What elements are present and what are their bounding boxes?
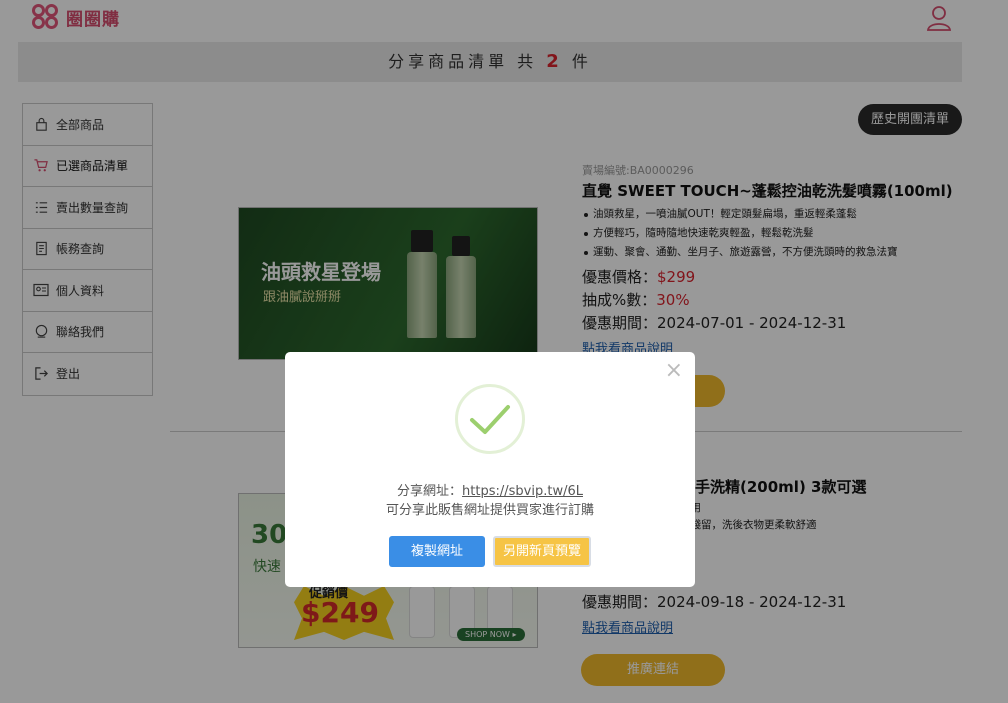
share-url[interactable]: https://sbvip.tw/6L [462, 484, 583, 499]
share-hint: 可分享此販售網址提供買家進行訂購 [385, 503, 594, 518]
close-icon[interactable]: × [665, 360, 683, 382]
copy-url-button[interactable]: 複製網址 [389, 536, 485, 567]
share-url-label: 分享網址： [397, 484, 463, 499]
share-dialog: × 分享網址：https://sbvip.tw/6L 可分享此販售網址提供買家進… [285, 352, 695, 587]
success-check-icon [455, 384, 525, 454]
open-preview-button[interactable]: 另開新頁預覽 [493, 536, 591, 567]
share-url-line: 分享網址：https://sbvip.tw/6L [285, 480, 695, 499]
